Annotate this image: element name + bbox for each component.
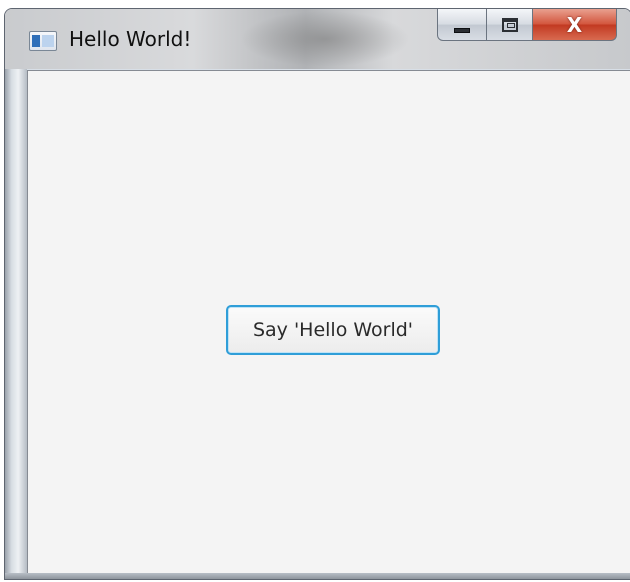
application-window: Hello World! X Say 'Hello World'	[4, 8, 630, 580]
close-icon: X	[566, 12, 583, 37]
window-frame-left	[5, 69, 27, 579]
window-frame-bottom[interactable]	[5, 573, 630, 579]
title-bar[interactable]: Hello World! X	[5, 9, 630, 69]
window-title: Hello World!	[69, 27, 192, 51]
say-hello-world-button[interactable]: Say 'Hello World'	[226, 305, 440, 355]
caption-buttons: X	[437, 9, 617, 41]
maximize-icon	[501, 17, 518, 32]
client-area: Say 'Hello World'	[27, 70, 630, 575]
maximize-button[interactable]	[487, 9, 533, 41]
minimize-button[interactable]	[437, 9, 487, 41]
minimize-icon	[454, 28, 470, 33]
close-button[interactable]: X	[533, 9, 617, 41]
app-window-icon[interactable]	[29, 31, 57, 51]
